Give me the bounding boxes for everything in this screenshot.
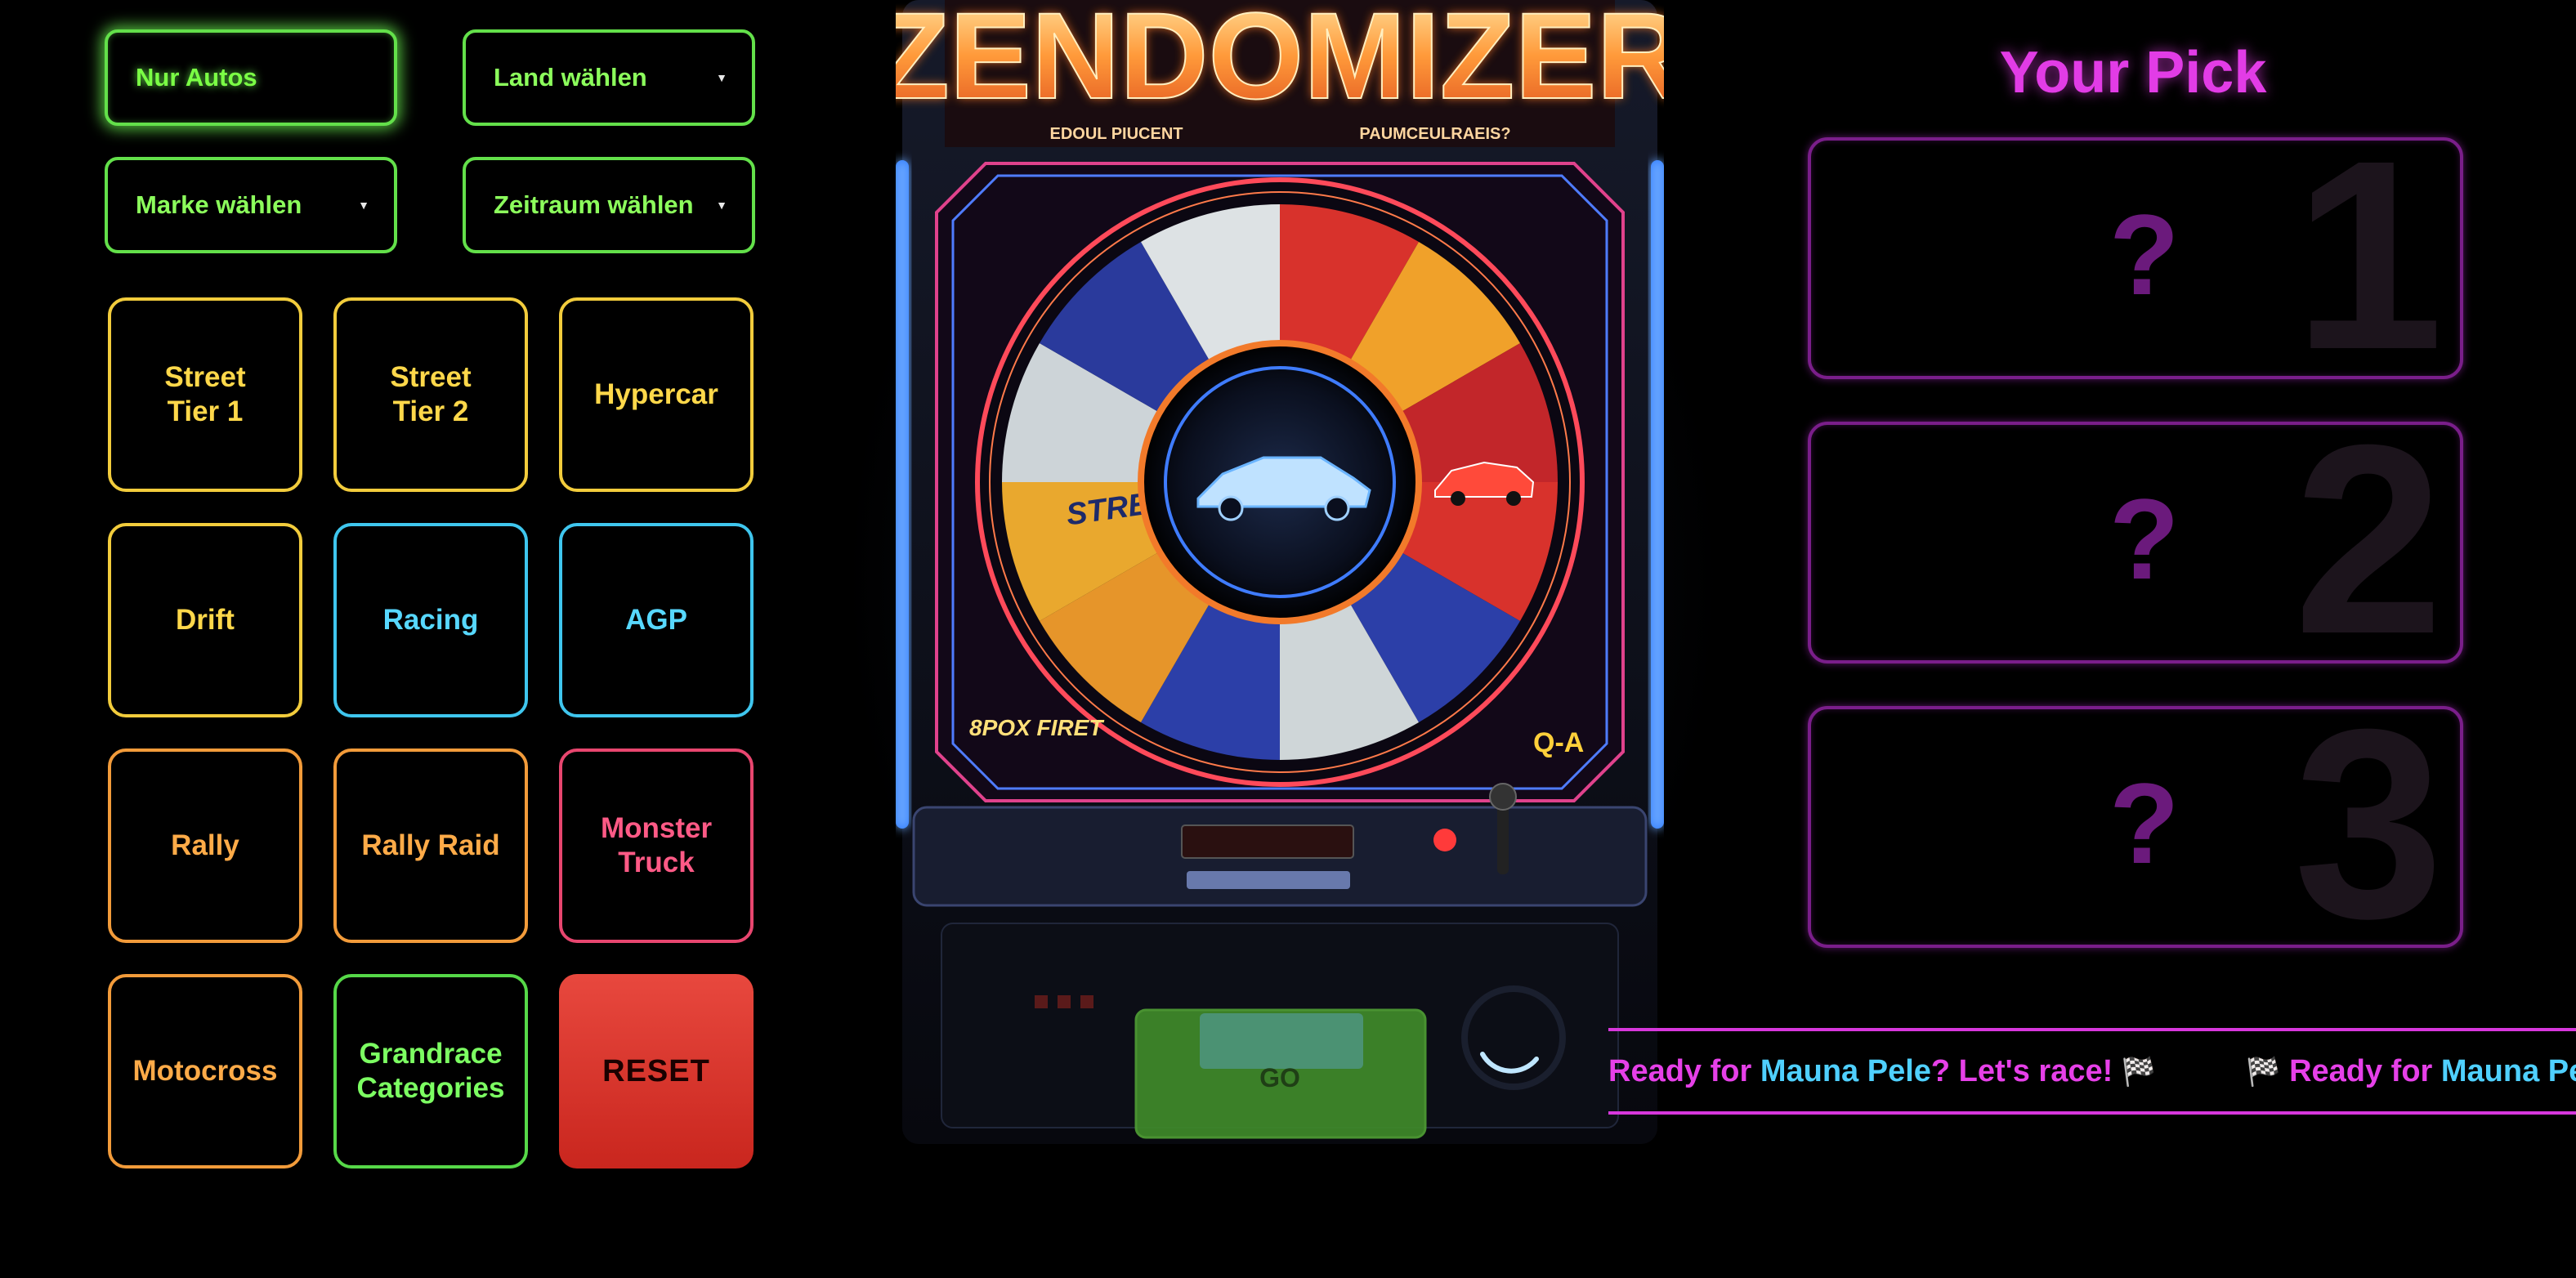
pick-title: Your Pick	[1999, 40, 2267, 105]
panel-indicator	[1035, 995, 1048, 1008]
ticker-track-name: Mauna Pele	[2440, 1053, 2576, 1088]
category-label: Rally	[171, 829, 239, 861]
subtitle-left: EDOUL PIUCENT	[1050, 125, 1183, 143]
category-grandrace-button[interactable]: Grandrace Categories	[333, 974, 528, 1169]
category-rally-button[interactable]: Rally	[108, 748, 302, 943]
category-label-line2: Truck	[618, 847, 695, 878]
category-street-tier-1-button[interactable]: Street Tier 1	[108, 297, 302, 492]
category-label: Street Tier 2	[390, 360, 471, 429]
country-select-label: Land wählen	[494, 63, 647, 92]
zendomizer-app: Nur Autos Land wählen ▼ Marke wählen ▼ Z…	[0, 0, 2576, 1278]
category-label: Monster Truck	[601, 811, 712, 880]
joystick-knob[interactable]	[1489, 783, 1517, 811]
pick-slot-1: 1 ?	[1808, 137, 2463, 379]
slot-placeholder: ?	[2109, 190, 2180, 319]
machine-title: ZENDOMIZER	[896, 0, 1664, 124]
slot-placeholder: ?	[2109, 759, 2180, 887]
ticker-text-post: ? Let's race!	[1930, 1053, 2122, 1088]
ticker-text-pre: Ready for	[2289, 1053, 2441, 1088]
go-button-screen	[1200, 1013, 1363, 1069]
category-label-line1: Street	[164, 361, 246, 393]
checkered-flag-icon: 🏁	[2246, 1056, 2281, 1088]
country-select[interactable]: Land wählen ▼	[463, 29, 755, 126]
panel-buttons-strip	[1187, 871, 1350, 889]
slot-number: 1	[2293, 137, 2444, 379]
category-label-line2: Tier 2	[392, 395, 469, 427]
period-select-label: Zeitraum wählen	[494, 190, 694, 219]
ticker-marquee: Ready for Mauna Pele? Let's race! 🏁 🏁 Re…	[1608, 1028, 2576, 1115]
ticker-message: 🏁 Ready for Mauna Pele? Let's race!	[2246, 1054, 2576, 1089]
reset-button[interactable]: RESET	[559, 974, 754, 1169]
chevron-down-icon: ▼	[716, 71, 727, 84]
category-hypercar-button[interactable]: Hypercar	[559, 297, 754, 492]
only-cars-label: Nur Autos	[136, 63, 257, 92]
corner-right-badge: Q-A	[1533, 727, 1584, 758]
slot-number: 2	[2293, 422, 2444, 664]
brand-select-label: Marke wählen	[136, 190, 302, 219]
category-monster-truck-button[interactable]: Monster Truck	[559, 748, 754, 943]
category-label: Motocross	[132, 1055, 278, 1087]
category-label: Racing	[382, 604, 479, 636]
category-label: Rally Raid	[361, 829, 500, 861]
category-label-line2: Tier 1	[167, 395, 244, 427]
panel-display	[1181, 824, 1354, 859]
category-label: Hypercar	[594, 378, 718, 410]
slot-placeholder: ?	[2109, 475, 2180, 603]
ticker-message: Ready for Mauna Pele? Let's race! 🏁	[1608, 1054, 2156, 1089]
category-label: Grandrace Categories	[357, 1037, 505, 1106]
category-street-tier-2-button[interactable]: Street Tier 2	[333, 297, 528, 492]
pick-slot-2: 2 ?	[1808, 422, 2463, 664]
panel-indicator	[1058, 995, 1071, 1008]
category-label: Drift	[176, 604, 235, 636]
right-neon-glow	[1651, 160, 1664, 829]
ticker-track-name: Mauna Pele	[1760, 1053, 1931, 1088]
prize-wheel: STREET TIER 1	[975, 177, 1585, 787]
category-label: Street Tier 1	[164, 360, 245, 429]
category-drift-button[interactable]: Drift	[108, 523, 302, 717]
category-label-line2: Categories	[356, 1072, 505, 1104]
go-button-label: GO	[1259, 1063, 1300, 1093]
category-rally-raid-button[interactable]: Rally Raid	[333, 748, 528, 943]
chevron-down-icon: ▼	[716, 199, 727, 212]
subtitle-right: PAUMCEULRAEIS?	[1359, 125, 1510, 143]
only-cars-toggle[interactable]: Nur Autos	[105, 29, 397, 126]
brand-select[interactable]: Marke wählen ▼	[105, 157, 397, 253]
category-label-line1: Grandrace	[359, 1038, 503, 1070]
slot-machine: ZENDOMIZER ZENDOMIZER EDOUL PIUCENT PAUM…	[896, 0, 1664, 1144]
reset-label: RESET	[602, 1054, 710, 1088]
panel-indicator	[1080, 995, 1093, 1008]
panel-red-light	[1433, 829, 1456, 851]
corner-left-badge: 8POX FIRET	[969, 715, 1105, 740]
category-label-line1: Street	[390, 361, 472, 393]
ticker-text-pre: Ready for	[1608, 1053, 1760, 1088]
chevron-down-icon: ▼	[358, 199, 369, 212]
pick-slot-3: 3 ?	[1808, 706, 2463, 948]
checkered-flag-icon: 🏁	[2121, 1056, 2157, 1088]
category-agp-button[interactable]: AGP	[559, 523, 754, 717]
category-racing-button[interactable]: Racing	[333, 523, 528, 717]
period-select[interactable]: Zeitraum wählen ▼	[463, 157, 755, 253]
category-label: AGP	[625, 604, 687, 636]
left-neon-glow	[896, 160, 909, 829]
slot-number: 3	[2293, 706, 2444, 948]
category-motocross-button[interactable]: Motocross	[108, 974, 302, 1169]
category-label-line1: Monster	[600, 812, 713, 844]
